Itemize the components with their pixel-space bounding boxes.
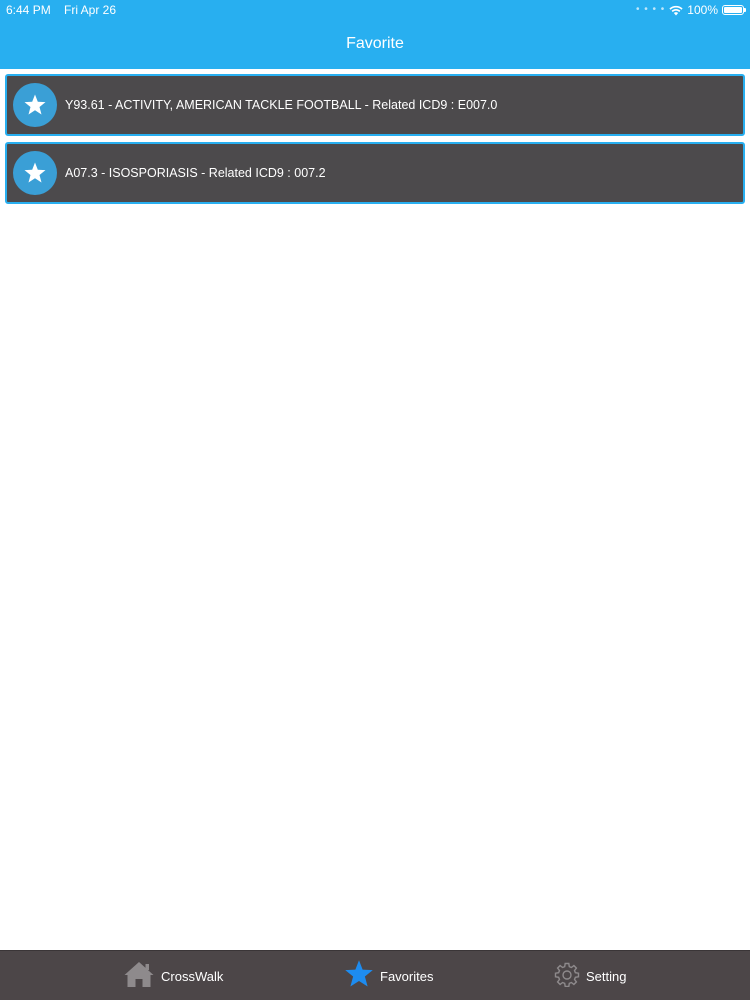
favorite-item-text: Y93.61 - ACTIVITY, AMERICAN TACKLE FOOTB… — [65, 98, 498, 112]
favorite-item[interactable]: Y93.61 - ACTIVITY, AMERICAN TACKLE FOOTB… — [5, 74, 745, 136]
battery-icon — [722, 5, 746, 15]
battery-percent: 100% — [687, 3, 718, 17]
home-icon — [123, 959, 155, 994]
tab-favorites-label: Favorites — [380, 968, 434, 984]
favorite-item[interactable]: A07.3 - ISOSPORIASIS - Related ICD9 : 00… — [5, 142, 745, 204]
tab-setting[interactable]: Setting — [554, 951, 626, 1001]
tab-favorites[interactable]: Favorites — [344, 951, 433, 1001]
favorites-list: Y93.61 - ACTIVITY, AMERICAN TACKLE FOOTB… — [5, 74, 745, 210]
top-bar: 6:44 PM Fri Apr 26 • • • • 100% Favorite — [0, 0, 750, 69]
signal-dots-icon: • • • • — [635, 4, 666, 15]
status-bar: 6:44 PM Fri Apr 26 • • • • 100% — [0, 0, 750, 20]
tab-setting-label: Setting — [586, 968, 627, 984]
battery-fill — [724, 7, 742, 13]
tab-crosswalk-label: CrossWalk — [161, 968, 224, 984]
page-title: Favorite — [346, 35, 404, 52]
wifi-icon — [669, 5, 683, 16]
status-right: • • • • 100% — [635, 0, 746, 20]
star-icon[interactable] — [13, 83, 57, 127]
star-icon[interactable] — [13, 151, 57, 195]
gear-icon — [554, 961, 580, 992]
status-date: Fri Apr 26 — [64, 3, 117, 17]
status-time: 6:44 PM — [6, 3, 51, 17]
tab-crosswalk[interactable]: CrossWalk — [123, 951, 223, 1001]
star-icon — [344, 959, 374, 994]
tab-bar: CrossWalk Favorites Setting — [0, 950, 750, 1000]
favorite-item-text: A07.3 - ISOSPORIASIS - Related ICD9 : 00… — [65, 166, 326, 180]
